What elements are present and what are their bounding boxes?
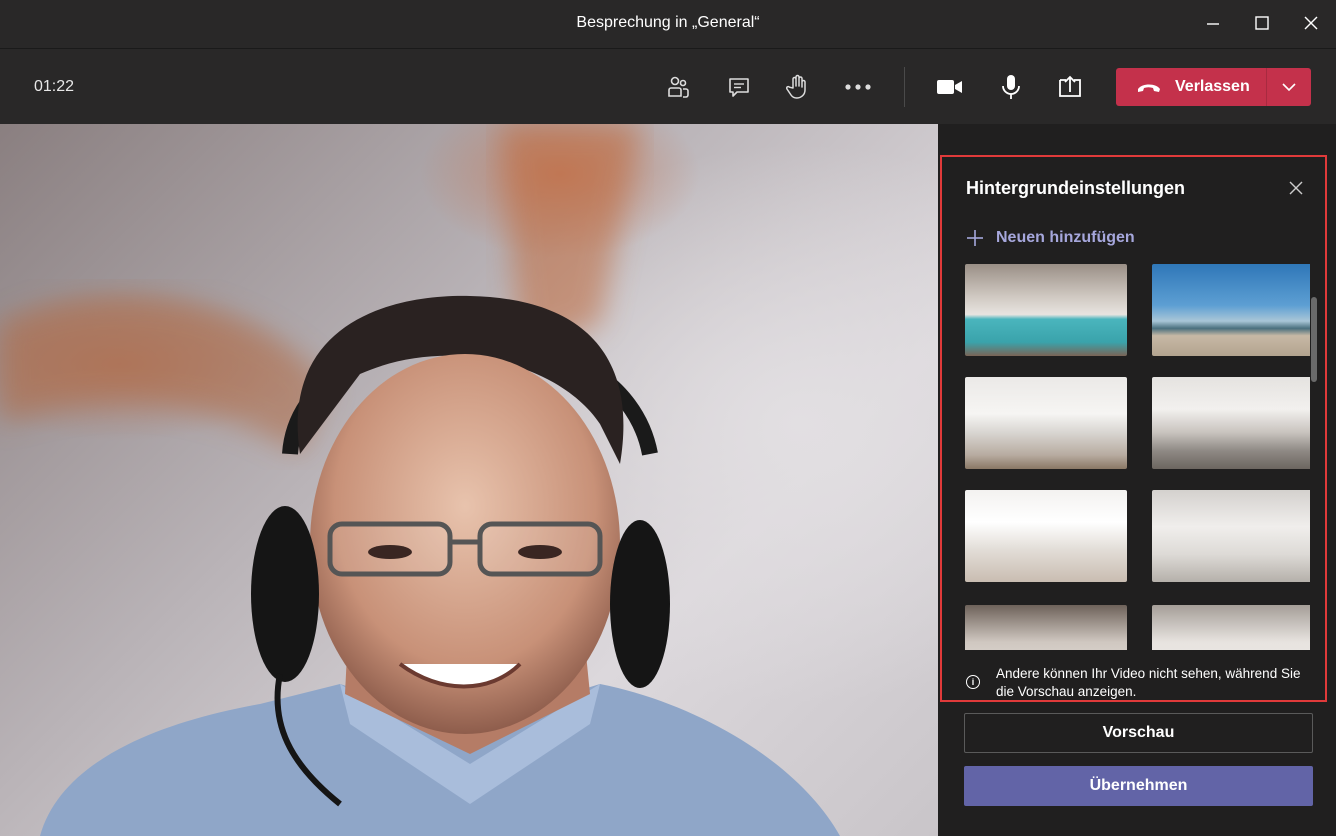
add-new-label: Neuen hinzufügen xyxy=(996,229,1135,246)
participant-video xyxy=(0,124,840,836)
microphone-button[interactable] xyxy=(993,69,1029,105)
raise-hand-icon xyxy=(785,74,806,99)
plus-icon xyxy=(967,230,983,246)
panel-title: Hintergrundeinstellungen xyxy=(966,178,1186,198)
toolbar-divider xyxy=(904,67,905,107)
preview-button[interactable]: Vorschau xyxy=(964,713,1313,753)
background-thumbnail-grid xyxy=(965,264,1310,650)
camera-button[interactable] xyxy=(932,69,968,105)
chat-icon xyxy=(729,78,749,97)
participants-button[interactable] xyxy=(660,69,696,105)
maximize-icon xyxy=(1255,16,1269,30)
window-close-button[interactable] xyxy=(1298,10,1324,36)
share-screen-button[interactable] xyxy=(1052,69,1088,105)
people-icon xyxy=(668,76,689,98)
chat-button[interactable] xyxy=(721,69,757,105)
call-timer: 01:22 xyxy=(34,78,75,95)
background-thumbnail-white-room[interactable] xyxy=(965,377,1127,469)
panel-close-button[interactable] xyxy=(1285,177,1307,199)
microphone-icon xyxy=(1002,75,1020,99)
minimize-button[interactable] xyxy=(1200,10,1226,36)
background-thumbnail-mirror-room[interactable] xyxy=(1152,377,1310,469)
hang-up-icon xyxy=(1138,84,1160,92)
apply-button[interactable]: Übernehmen xyxy=(964,766,1313,806)
leave-button[interactable]: Verlassen xyxy=(1116,68,1311,106)
preview-info-text: Andere können Ihr Video nicht sehen, wäh… xyxy=(996,666,1301,699)
share-screen-icon xyxy=(1059,75,1081,97)
close-icon xyxy=(1304,16,1318,30)
thumbnail-scrollbar[interactable] xyxy=(1311,297,1317,382)
background-thumbnail-beach[interactable] xyxy=(1152,264,1310,356)
more-options-button[interactable] xyxy=(840,69,876,105)
background-settings-panel: Hintergrundeinstellungen Neuen hinzufüge… xyxy=(938,124,1336,836)
leave-divider xyxy=(1266,68,1267,106)
background-thumbnail-windows[interactable] xyxy=(965,605,1127,650)
title-bar: Besprechung in „General“ xyxy=(0,0,1336,48)
info-icon: i xyxy=(966,675,980,689)
add-new-background-button[interactable]: Neuen hinzufügen xyxy=(966,229,1135,247)
more-icon xyxy=(845,84,871,90)
leave-button-label: Verlassen xyxy=(1175,78,1250,95)
background-thumbnail-bright-loft[interactable] xyxy=(965,490,1127,582)
close-icon xyxy=(1289,181,1303,195)
background-thumbnail-minimal[interactable] xyxy=(1152,605,1310,650)
background-thumbnail-empty-room[interactable] xyxy=(1152,490,1310,582)
meeting-toolbar: 01:22 Verlassen xyxy=(0,48,1336,124)
chevron-down-icon[interactable] xyxy=(1282,82,1296,92)
preview-info: i Andere können Ihr Video nicht sehen, w… xyxy=(966,665,1316,701)
background-thumbnail-office-lockers[interactable] xyxy=(965,264,1127,356)
maximize-button[interactable] xyxy=(1249,10,1275,36)
self-video-stage xyxy=(0,124,938,836)
camera-icon xyxy=(937,80,962,94)
minimize-icon xyxy=(1207,23,1219,25)
raise-hand-button[interactable] xyxy=(779,69,815,105)
background-settings-highlight: Hintergrundeinstellungen Neuen hinzufüge… xyxy=(940,155,1327,702)
window-title: Besprechung in „General“ xyxy=(576,14,760,31)
